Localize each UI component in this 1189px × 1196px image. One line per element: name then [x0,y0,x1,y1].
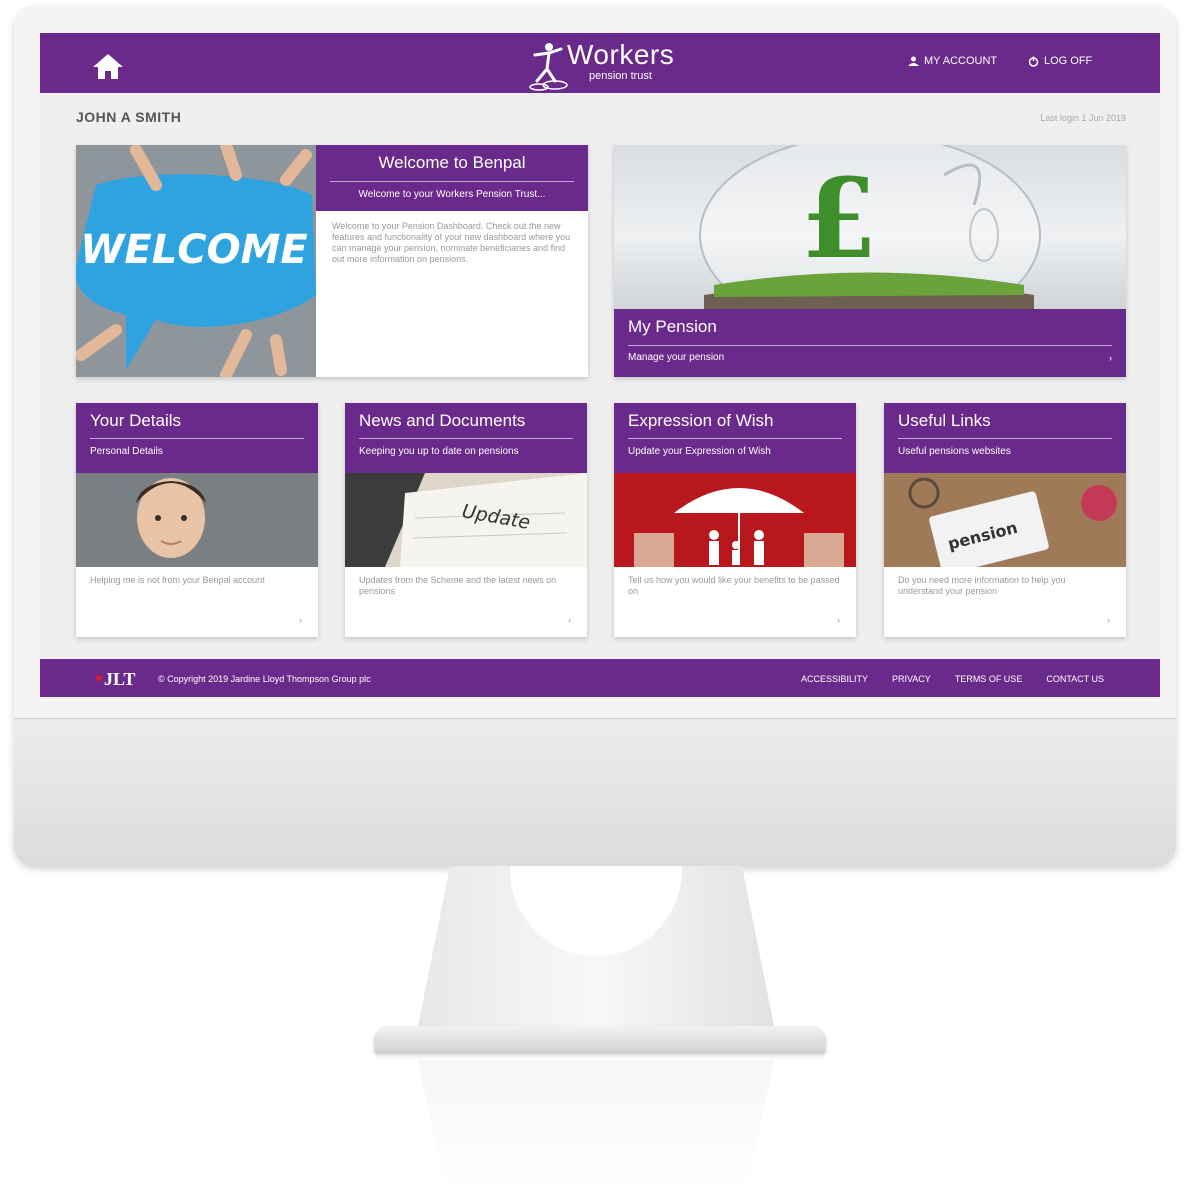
welcome-subtitle: Welcome to your Workers Pension Trust... [358,189,546,200]
welcome-title: Welcome to Benpal [378,153,526,172]
my-pension-header: My Pension Manage your pension › [614,309,1126,377]
power-icon [1028,56,1039,67]
logo-figure-icon [529,43,568,91]
my-pension-title: My Pension [628,317,717,336]
card-title: News and Documents [359,411,526,430]
piggy-bank-image: £ [614,145,1126,336]
card-description: Helping me is not from your Benpal accou… [90,575,265,585]
expression-of-wish-header: Expression of Wish Update your Expressio… [614,403,856,473]
divider [90,438,304,439]
news-documents-header: News and Documents Keeping you up to dat… [345,403,587,473]
screen: Workers pension trust MY ACCOUNT LOG OFF… [40,33,1160,697]
card-description: Tell us how you would like your benefits… [628,575,840,596]
card-description: Do you need more information to help you… [898,575,1066,596]
card-title: Useful Links [898,411,991,430]
chevron-right-icon[interactable]: › [837,615,840,625]
useful-links-header: Useful Links Useful pensions websites [884,403,1126,473]
family-umbrella-photo [614,473,856,567]
monitor-stand-base [374,1026,826,1054]
welcome-image: WELCOME [76,145,316,377]
card-subtitle: Keeping you up to date on pensions [359,446,519,457]
expression-of-wish-card[interactable]: Expression of Wish Update your Expressio… [614,403,856,637]
footer-link-terms-of-use[interactable]: TERMS OF USE [955,674,1023,684]
workers-pension-trust-logo[interactable]: Workers pension trust [525,37,685,91]
monitor-frame: Workers pension trust MY ACCOUNT LOG OFF… [14,6,1176,867]
your-details-header: Your Details Personal Details [76,403,318,473]
user-name: JOHN A SMITH [76,109,182,125]
my-account-label: MY ACCOUNT [924,55,998,67]
footer-link-privacy[interactable]: PRIVACY [892,674,931,684]
chevron-right-icon[interactable]: › [299,615,302,625]
card-title: Expression of Wish [628,411,774,430]
card-title: Your Details [90,411,182,430]
divider [628,438,842,439]
monitor-chin [14,718,1176,867]
my-pension-subtitle: Manage your pension [628,352,725,363]
chevron-right-icon[interactable]: › [1109,353,1112,363]
top-nav-bar: Workers pension trust MY ACCOUNT LOG OFF [40,33,1160,93]
welcome-image-text: WELCOME [80,227,307,273]
divider [330,181,574,182]
logo-subtitle: pension trust [589,70,652,82]
footer-link-contact-us[interactable]: CONTACT US [1046,674,1104,684]
footer-links: ACCESSIBILITY PRIVACY TERMS OF USE CONTA… [801,674,1104,684]
your-details-card[interactable]: Your Details Personal Details Helping me… [76,403,318,637]
my-account-link[interactable]: MY ACCOUNT [908,55,997,67]
copyright-text: © Copyright 2019 Jardine Lloyd Thompson … [158,674,371,684]
card-subtitle: Useful pensions websites [898,446,1011,457]
welcome-body: Welcome to your Pension Dashboard. Check… [332,221,571,264]
person-photo [76,473,318,567]
update-notebook-photo: Update [345,473,587,567]
chevron-right-icon[interactable]: › [1107,615,1110,625]
card-description: Updates from the Scheme and the latest n… [359,575,557,596]
home-icon[interactable] [90,51,126,81]
log-off-link[interactable]: LOG OFF [1028,55,1092,67]
chevron-right-icon[interactable]: › [568,615,571,625]
divider [628,345,1112,346]
jlt-logo-dot [96,675,102,681]
card-subtitle: Personal Details [90,446,163,457]
user-icon [908,56,919,66]
card-subtitle: Update your Expression of Wish [628,446,771,457]
stand-reflection [418,1060,774,1196]
logo-word: Workers [567,39,675,70]
monitor-bezel: Workers pension trust MY ACCOUNT LOG OFF… [14,6,1176,718]
footer-link-accessibility[interactable]: ACCESSIBILITY [801,674,868,684]
last-login: Last login 1 Jun 2019 [1040,113,1126,123]
pound-sign-icon: £ [801,154,878,283]
divider [359,438,573,439]
footer: JLT © Copyright 2019 Jardine Lloyd Thomp… [40,659,1160,697]
welcome-header: Welcome to Benpal Welcome to your Worker… [316,145,588,211]
jlt-logo[interactable]: JLT [104,669,135,690]
log-off-label: LOG OFF [1044,55,1093,67]
welcome-card[interactable]: WELCOME Welcome to Benpal Welcome to you… [76,145,588,377]
my-pension-card[interactable]: £ My Pension Manage your pension › [614,145,1126,377]
pension-tablet-photo: pension [884,473,1126,567]
useful-links-card[interactable]: Useful Links Useful pensions websites pe… [884,403,1126,637]
divider [898,438,1112,439]
news-documents-card[interactable]: News and Documents Keeping you up to dat… [345,403,587,637]
